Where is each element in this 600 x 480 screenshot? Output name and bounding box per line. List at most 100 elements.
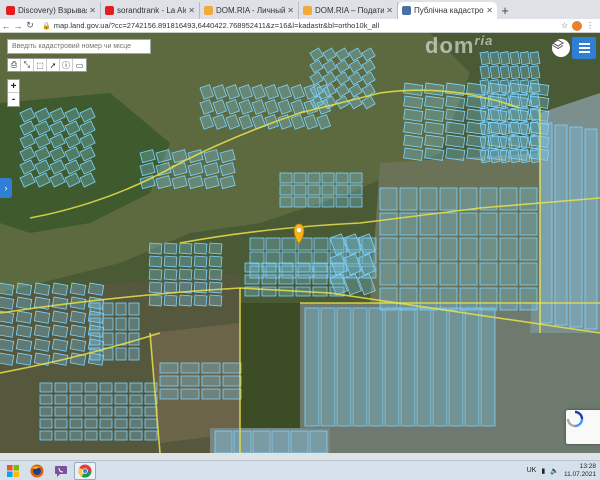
parcel[interactable] bbox=[15, 282, 33, 296]
parcel[interactable] bbox=[249, 237, 265, 251]
parcel[interactable] bbox=[519, 93, 531, 108]
browser-tab-2[interactable]: DOM.RIA - Личный кабинет ✕ bbox=[200, 2, 299, 19]
parcel[interactable] bbox=[99, 382, 113, 393]
parcel[interactable] bbox=[99, 406, 113, 417]
parcel[interactable] bbox=[295, 262, 311, 273]
parcel[interactable] bbox=[448, 307, 464, 427]
parcel[interactable] bbox=[178, 255, 193, 268]
parcel[interactable] bbox=[193, 242, 208, 255]
browser-tab-3[interactable]: DOM.RIA – Подати оголошен ✕ bbox=[299, 2, 398, 19]
parcel[interactable] bbox=[54, 382, 68, 393]
parcel[interactable] bbox=[129, 406, 143, 417]
parcel[interactable] bbox=[479, 262, 498, 286]
volume-icon[interactable]: 🔈 bbox=[550, 467, 559, 475]
cadastral-search-input[interactable] bbox=[7, 39, 151, 54]
parcel[interactable] bbox=[54, 430, 68, 441]
parcel[interactable] bbox=[102, 317, 114, 331]
parcel[interactable] bbox=[445, 121, 466, 135]
parcel[interactable] bbox=[499, 121, 511, 136]
parcel[interactable] bbox=[84, 430, 98, 441]
parcel[interactable] bbox=[128, 302, 140, 316]
parcel[interactable] bbox=[403, 147, 424, 161]
parcel[interactable] bbox=[419, 187, 438, 211]
parcel[interactable] bbox=[89, 317, 101, 331]
parcel[interactable] bbox=[399, 262, 418, 286]
parcel[interactable] bbox=[180, 362, 200, 374]
parcel[interactable] bbox=[379, 262, 398, 286]
hamburger-menu-button[interactable] bbox=[572, 37, 596, 59]
parcel[interactable] bbox=[384, 307, 400, 427]
parcel[interactable] bbox=[293, 184, 307, 196]
parcel[interactable] bbox=[439, 262, 458, 286]
parcel[interactable] bbox=[114, 382, 128, 393]
parcel[interactable] bbox=[84, 406, 98, 417]
parcel[interactable] bbox=[15, 338, 33, 352]
parcel[interactable] bbox=[509, 107, 521, 122]
cadastral-map[interactable]: ⎙ ⤡ ⬚ ➚ ⓘ ▭ + - › domria bbox=[0, 33, 600, 460]
parcel[interactable] bbox=[163, 294, 178, 307]
parcel[interactable] bbox=[379, 212, 398, 236]
parcel[interactable] bbox=[114, 394, 128, 405]
firefox-icon[interactable] bbox=[26, 462, 48, 480]
parcel[interactable] bbox=[39, 406, 53, 417]
parcel[interactable] bbox=[244, 262, 260, 273]
parcel[interactable] bbox=[529, 149, 541, 164]
parcel[interactable] bbox=[180, 388, 200, 400]
parcel[interactable] bbox=[128, 317, 140, 331]
parcel[interactable] bbox=[329, 274, 345, 285]
parcel[interactable] bbox=[519, 149, 531, 164]
parcel[interactable] bbox=[479, 121, 491, 136]
parcel[interactable] bbox=[84, 418, 98, 429]
parcel[interactable] bbox=[163, 242, 178, 255]
parcel[interactable] bbox=[424, 108, 445, 122]
parcel[interactable] bbox=[144, 418, 158, 429]
parcel[interactable] bbox=[424, 134, 445, 148]
parcel[interactable] bbox=[519, 107, 531, 122]
parcel[interactable] bbox=[114, 418, 128, 429]
parcel[interactable] bbox=[54, 406, 68, 417]
parcel[interactable] bbox=[249, 251, 265, 265]
parcel[interactable] bbox=[519, 135, 531, 150]
parcel[interactable] bbox=[539, 122, 553, 324]
parcel[interactable] bbox=[399, 237, 418, 261]
windows-start-icon[interactable] bbox=[2, 462, 24, 480]
tab-close-icon[interactable]: ✕ bbox=[386, 6, 393, 15]
parcel[interactable] bbox=[509, 121, 521, 136]
parcel[interactable] bbox=[208, 294, 223, 307]
parcel[interactable] bbox=[335, 172, 349, 184]
parcel[interactable] bbox=[312, 262, 328, 273]
parcel[interactable] bbox=[335, 184, 349, 196]
parcel[interactable] bbox=[15, 310, 33, 324]
parcel[interactable] bbox=[163, 268, 178, 281]
tab-close-icon[interactable]: ✕ bbox=[287, 6, 294, 15]
parcel[interactable] bbox=[33, 324, 51, 338]
parcel[interactable] bbox=[261, 262, 277, 273]
parcel[interactable] bbox=[252, 430, 271, 454]
parcel[interactable] bbox=[69, 418, 83, 429]
parcel[interactable] bbox=[297, 251, 313, 265]
network-icon[interactable]: ▮ bbox=[541, 467, 545, 475]
parcel[interactable] bbox=[281, 251, 297, 265]
parcel[interactable] bbox=[265, 251, 281, 265]
parcel[interactable] bbox=[279, 172, 293, 184]
parcel[interactable] bbox=[265, 237, 281, 251]
parcel[interactable] bbox=[439, 187, 458, 211]
parcel[interactable] bbox=[489, 135, 501, 150]
parcel[interactable] bbox=[349, 184, 363, 196]
address-bar-url[interactable]: map.land.gov.ua/?cc=2742156.891816493,64… bbox=[54, 21, 561, 30]
parcel[interactable] bbox=[313, 251, 329, 265]
parcel[interactable] bbox=[293, 172, 307, 184]
parcel[interactable] bbox=[54, 394, 68, 405]
browser-tab-0[interactable]: Discovery) Взрывая историю ✕ bbox=[2, 2, 101, 19]
viber-icon[interactable] bbox=[50, 462, 72, 480]
parcel[interactable] bbox=[129, 382, 143, 393]
parcel[interactable] bbox=[424, 147, 445, 161]
parcel[interactable] bbox=[445, 95, 466, 109]
parcel[interactable] bbox=[379, 237, 398, 261]
parcel[interactable] bbox=[114, 430, 128, 441]
parcel[interactable] bbox=[54, 418, 68, 429]
new-tab-button[interactable]: + bbox=[497, 2, 513, 19]
parcel[interactable] bbox=[144, 406, 158, 417]
parcel[interactable] bbox=[222, 388, 242, 400]
parcel[interactable] bbox=[193, 268, 208, 281]
